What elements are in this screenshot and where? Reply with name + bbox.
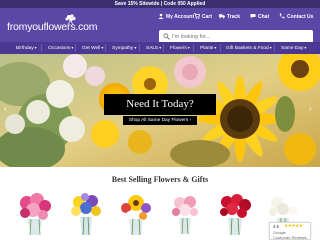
my-account-label: My Account xyxy=(166,14,195,20)
nav-item-sympathy[interactable]: Sympathy▾ xyxy=(112,42,136,54)
chevron-down-icon: ▾ xyxy=(214,45,217,50)
promo-banner[interactable]: Save 15% Sitewide | Code 050 Applied xyxy=(0,0,320,8)
nav-label: Get Well xyxy=(82,46,101,51)
nav-divider xyxy=(41,44,42,52)
product-pink-rose-bouquet[interactable] xyxy=(167,191,203,237)
hero-cta-link[interactable]: Shop All Same Day Flowers › xyxy=(123,116,197,125)
chevron-down-icon: ▾ xyxy=(34,45,37,50)
track-label: Track xyxy=(227,14,241,20)
nav-item-plants[interactable]: Plants▾ xyxy=(200,42,216,54)
nav-label: Birthday xyxy=(16,46,34,51)
promo-text: Save 15% Sitewide | Code 050 Applied xyxy=(114,1,206,7)
flower-logo-icon xyxy=(65,14,76,25)
google-reviews-badge[interactable]: 4.5 ★★★★★ Google Customer Reviews xyxy=(269,222,311,240)
nav-label: SALE xyxy=(146,46,159,51)
chat-icon xyxy=(250,14,256,19)
track-link[interactable]: Track xyxy=(219,13,240,22)
nav-label: Plants xyxy=(200,46,214,51)
nav-item-birthday[interactable]: Birthday▾ xyxy=(16,42,37,54)
contact-us-label: Contact Us xyxy=(287,14,314,20)
cart-icon xyxy=(194,13,200,19)
product-pink-roses[interactable] xyxy=(17,191,53,237)
nav-divider xyxy=(220,44,221,52)
review-label: Customer Reviews xyxy=(273,235,307,240)
nav-item-get-well[interactable]: Get Well▾ xyxy=(82,42,103,54)
chevron-down-icon: ▾ xyxy=(101,45,104,50)
my-account-link[interactable]: My Account xyxy=(158,13,194,22)
review-rating: 4.5 xyxy=(273,224,279,229)
chevron-down-icon: ▾ xyxy=(71,45,74,50)
hero-prev-arrow-icon[interactable]: ‹ xyxy=(4,104,10,114)
chevron-down-icon: ▾ xyxy=(159,45,162,50)
star-rating-icon: ★★★★★ xyxy=(284,223,303,228)
cart-label: Cart xyxy=(202,14,213,20)
nav-item-same-day[interactable]: Same Day▾ xyxy=(281,42,306,54)
nav-label: Same Day xyxy=(281,46,304,51)
nav-divider xyxy=(75,44,76,52)
chevron-down-icon: ▾ xyxy=(187,45,190,50)
search-icon[interactable] xyxy=(163,33,170,40)
hero-title[interactable]: Need It Today? xyxy=(104,94,216,115)
truck-icon xyxy=(219,14,225,19)
nav-item-gift-baskets[interactable]: Gift Baskets & Food▾ xyxy=(226,42,272,54)
product-yellow-purple[interactable] xyxy=(68,191,104,237)
search-input[interactable] xyxy=(172,31,310,42)
nav-label: Flowers xyxy=(170,46,187,51)
cart-link[interactable]: Cart xyxy=(194,13,212,22)
nav-divider xyxy=(163,44,164,52)
nav-label: Occasions xyxy=(48,46,71,51)
product-sunflower-mix[interactable] xyxy=(118,191,154,237)
hero-next-arrow-icon[interactable]: › xyxy=(309,104,315,114)
product-red-roses[interactable] xyxy=(217,191,253,237)
chevron-down-icon: ▾ xyxy=(269,45,272,50)
contact-us-link[interactable]: Contact Us xyxy=(279,13,313,22)
nav-item-sale[interactable]: SALE▾ xyxy=(146,42,161,54)
nav-divider xyxy=(139,44,140,52)
main-nav: Birthday▾ Occasions▾ Get Well▾ Sympathy▾… xyxy=(0,42,320,54)
nav-item-occasions[interactable]: Occasions▾ xyxy=(48,42,73,54)
phone-icon xyxy=(279,13,285,19)
nav-label: Gift Baskets & Food xyxy=(226,46,269,51)
chat-label: Chat xyxy=(258,14,270,20)
nav-divider xyxy=(193,44,194,52)
nav-item-flowers[interactable]: Flowers▾ xyxy=(170,42,190,54)
nav-divider xyxy=(274,44,275,52)
nav-label: Sympathy xyxy=(112,46,134,51)
site-logo[interactable]: fromyouflowers.com xyxy=(7,21,98,33)
chevron-down-icon: ▾ xyxy=(134,45,137,50)
user-icon xyxy=(158,13,164,19)
nav-divider xyxy=(105,44,106,52)
chat-link[interactable]: Chat xyxy=(250,13,269,22)
product-carousel xyxy=(14,191,306,240)
best-selling-title: Best Selling Flowers & Gifts xyxy=(111,175,209,184)
site-header: fromyouflowers.com My Account Cart Track… xyxy=(0,8,320,43)
chevron-down-icon: ▾ xyxy=(304,45,307,50)
